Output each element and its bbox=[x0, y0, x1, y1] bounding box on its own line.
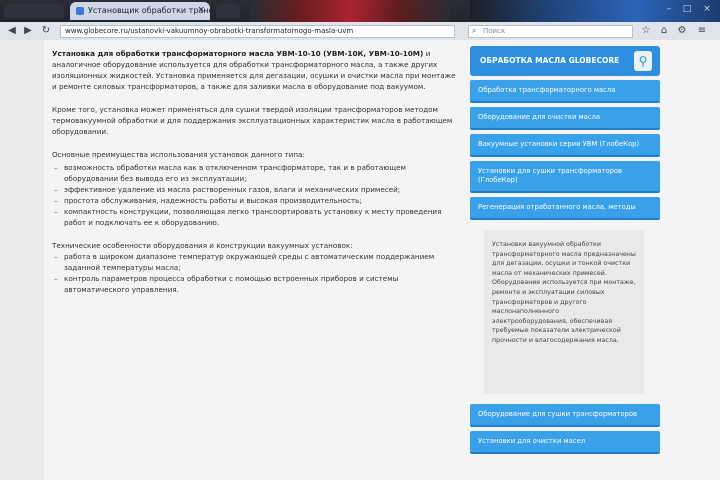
list-item: возможность обработки масла как в отключ… bbox=[52, 162, 462, 184]
list-item: контроль параметров процесса обработки с… bbox=[52, 273, 462, 295]
article-body: Установка для обработки трансформаторног… bbox=[52, 48, 462, 295]
sidebar-note: Установки вакуумной обработки трансформа… bbox=[484, 230, 644, 394]
search-icon: ⌕ bbox=[472, 26, 477, 35]
forward-icon[interactable]: ▶ bbox=[22, 25, 34, 37]
reload-icon[interactable]: ↻ bbox=[40, 25, 52, 37]
tab-title: Установщик обработки трансформаторного м… bbox=[88, 6, 210, 15]
list-intro: Основные преимущества использования уста… bbox=[52, 150, 305, 159]
tab-close-icon[interactable]: × bbox=[197, 5, 205, 15]
bookmark-icon[interactable]: ☆ bbox=[640, 25, 652, 37]
address-bar[interactable]: www.globecore.ru/ustanovki-vakuumnoy-obr… bbox=[60, 25, 455, 38]
list-item: простота обслуживания, надежность работы… bbox=[52, 195, 462, 206]
back-icon[interactable]: ◀ bbox=[6, 25, 18, 37]
menu-icon[interactable]: ≡ bbox=[696, 25, 708, 37]
maximize-button[interactable]: □ bbox=[680, 4, 694, 16]
search-placeholder: Поиск bbox=[483, 27, 506, 35]
tab-active[interactable]: Установщик обработки трансформаторного м… bbox=[70, 2, 210, 20]
left-margin bbox=[0, 40, 44, 480]
paragraph-4: Технические особенности оборудования и к… bbox=[52, 241, 353, 250]
sidebar-link[interactable]: Установки для сушки трансформаторов (Гло… bbox=[470, 161, 660, 193]
home-icon[interactable]: ⌂ bbox=[658, 25, 670, 37]
web-page: Установка для обработки трансформаторног… bbox=[0, 40, 720, 480]
list-item: компактность конструкции, позволяющая ле… bbox=[52, 206, 462, 228]
sidebar-link[interactable]: Оборудование для очистки масла bbox=[470, 107, 660, 130]
browser-chrome: Установщик обработки трансформаторного м… bbox=[0, 0, 720, 40]
sidebar-title: ОБРАБОТКА МАСЛА GLOBECORE ⚲ bbox=[470, 46, 660, 76]
settings-icon[interactable]: ⚙ bbox=[676, 25, 688, 37]
minimize-button[interactable]: – bbox=[662, 4, 676, 16]
sidebar-link[interactable]: Вакуумные установки серии УВМ (ГлобеКор) bbox=[470, 134, 660, 157]
toolbar-decoration bbox=[250, 0, 450, 22]
navigation-bar: ◀ ▶ ↻ www.globecore.ru/ustanovki-vakuumn… bbox=[0, 22, 720, 40]
sidebar-links-bottom: Оборудование для сушки трансформаторов У… bbox=[470, 404, 660, 454]
sidebar-title-text: ОБРАБОТКА МАСЛА GLOBECORE bbox=[480, 56, 620, 65]
list-item: работа в широком диапазоне температур ок… bbox=[52, 251, 462, 273]
tab-inactive[interactable] bbox=[4, 4, 64, 18]
features-list: работа в широком диапазоне температур ок… bbox=[52, 251, 462, 295]
advantages-list: возможность обработки масла как в отключ… bbox=[52, 162, 462, 228]
search-input[interactable]: ⌕ Поиск bbox=[468, 25, 633, 38]
paragraph-2: Кроме того, установка может применяться … bbox=[52, 105, 453, 136]
sidebar-link[interactable]: Обработка трансформаторного масла bbox=[470, 80, 660, 103]
sidebar-link[interactable]: Установки для очистки масел bbox=[470, 431, 660, 454]
lead-paragraph: Установка для обработки трансформаторног… bbox=[52, 48, 462, 92]
list-item: эффективное удаление из масла растворенн… bbox=[52, 184, 462, 195]
sidebar-link[interactable]: Оборудование для сушки трансформаторов bbox=[470, 404, 660, 427]
favicon-icon bbox=[76, 7, 84, 15]
sidebar: ОБРАБОТКА МАСЛА GLOBECORE ⚲ Обработка тр… bbox=[470, 46, 660, 454]
pin-icon[interactable]: ⚲ bbox=[634, 51, 652, 71]
new-tab-button[interactable] bbox=[216, 4, 240, 18]
sidebar-link[interactable]: Регенерация отработанного масла, методы bbox=[470, 197, 660, 220]
close-window-button[interactable]: × bbox=[700, 4, 714, 16]
paragraph-3: Основные преимущества использования уста… bbox=[52, 149, 462, 160]
lead-bold-text: Установка для обработки трансформаторног… bbox=[52, 49, 426, 58]
